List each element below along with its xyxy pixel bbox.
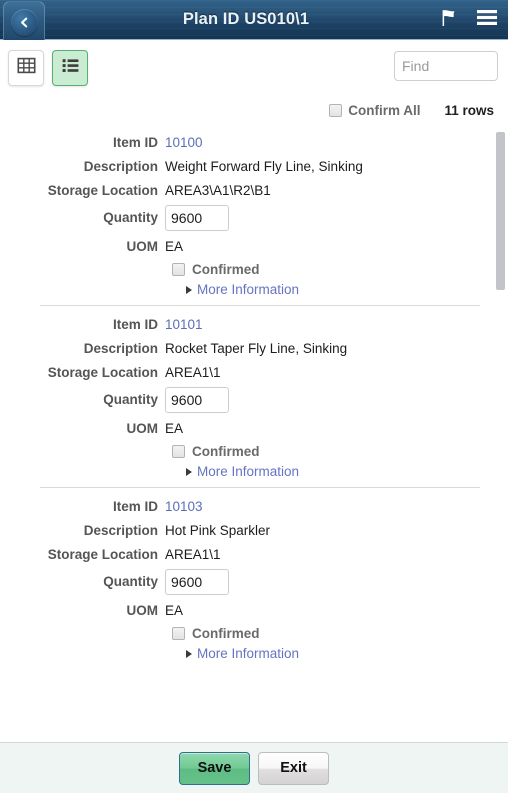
field-item-id: Item ID 10101: [0, 315, 508, 334]
view-toolbar: [0, 40, 508, 96]
field-quantity: Quantity: [0, 569, 508, 595]
chevron-right-icon: [186, 467, 192, 476]
field-label: Storage Location: [47, 365, 158, 380]
field-label: Quantity: [103, 574, 158, 589]
field-description: Description Weight Forward Fly Line, Sin…: [0, 157, 508, 176]
list-item: Item ID 10101 Description Rocket Taper F…: [0, 306, 508, 487]
confirmed-toggle[interactable]: Confirmed: [172, 262, 508, 277]
grid-view-icon: [16, 56, 36, 80]
field-uom: UOM EA: [0, 601, 508, 620]
field-quantity: Quantity: [0, 387, 508, 413]
field-label: Storage Location: [47, 183, 158, 198]
page-header: Plan ID US010\1: [0, 0, 508, 42]
field-description: Description Rocket Taper Fly Line, Sinki…: [0, 339, 508, 358]
field-description: Description Hot Pink Sparkler: [0, 521, 508, 540]
confirmed-checkbox[interactable]: [172, 263, 185, 276]
confirm-all-checkbox[interactable]: [329, 103, 343, 117]
row-count-label: 11 rows: [444, 102, 494, 118]
list-view-icon: [61, 56, 80, 80]
flag-button[interactable]: [433, 5, 463, 35]
storage-location-value: AREA3\A1\R2\B1: [165, 183, 271, 198]
flag-icon: [438, 8, 459, 33]
field-label: Item ID: [112, 317, 158, 332]
uom-value: EA: [165, 239, 184, 254]
quantity-input[interactable]: [165, 387, 229, 413]
field-quantity: Quantity: [0, 205, 508, 231]
back-button[interactable]: [3, 1, 45, 42]
field-label: Quantity: [103, 392, 158, 407]
uom-value: EA: [165, 603, 184, 618]
save-button[interactable]: Save: [179, 751, 250, 785]
field-item-id: Item ID 10100: [0, 133, 508, 152]
more-information-toggle[interactable]: More Information: [186, 282, 508, 297]
field-label: Description: [83, 341, 158, 356]
field-storage-location: Storage Location AREA1\1: [0, 363, 508, 382]
chevron-right-icon: [186, 285, 192, 294]
field-label: Item ID: [112, 499, 158, 514]
confirmed-label: Confirmed: [192, 444, 260, 459]
field-storage-location: Storage Location AREA3\A1\R2\B1: [0, 181, 508, 200]
description-value: Hot Pink Sparkler: [165, 523, 271, 538]
item-list[interactable]: Item ID 10100 Description Weight Forward…: [0, 124, 508, 742]
list-scrollbar[interactable]: [496, 124, 505, 742]
search-field-wrapper: [394, 51, 498, 81]
item-id-link[interactable]: 10100: [165, 133, 203, 152]
view-switcher: [8, 50, 88, 86]
item-id-link[interactable]: 10101: [165, 315, 203, 334]
field-uom: UOM EA: [0, 237, 508, 256]
uom-value: EA: [165, 421, 184, 436]
quantity-input[interactable]: [165, 205, 229, 231]
page-title: Plan ID US010\1: [182, 10, 310, 28]
quantity-input[interactable]: [165, 569, 229, 595]
confirmed-label: Confirmed: [192, 626, 260, 641]
grid-view-button[interactable]: [8, 50, 44, 86]
more-information-label: More Information: [197, 282, 300, 297]
confirm-all-toggle[interactable]: Confirm All: [329, 103, 420, 118]
field-label: UOM: [126, 603, 159, 618]
field-label: Description: [83, 159, 158, 174]
mobile-inventory-plan-page: Plan ID US010\1 Find Confirm All 11 rows…: [0, 0, 508, 793]
field-item-id: Item ID 10103: [0, 497, 508, 516]
header-actions: [433, 0, 502, 40]
chevron-right-icon: [186, 649, 192, 658]
field-label: Quantity: [103, 210, 158, 225]
field-label: UOM: [126, 421, 159, 436]
field-label: Item ID: [112, 135, 158, 150]
menu-button[interactable]: [472, 5, 502, 35]
confirmed-label: Confirmed: [192, 262, 260, 277]
list-view-button[interactable]: [52, 50, 88, 86]
storage-location-value: AREA1\1: [165, 365, 221, 380]
description-value: Weight Forward Fly Line, Sinking: [165, 159, 363, 174]
confirmed-checkbox[interactable]: [172, 627, 185, 640]
list-scrollbar-thumb[interactable]: [496, 132, 505, 290]
field-label: UOM: [126, 239, 159, 254]
field-label: Storage Location: [47, 547, 158, 562]
action-footer: Save Exit: [0, 742, 508, 793]
more-information-toggle[interactable]: More Information: [186, 464, 508, 479]
confirmed-checkbox[interactable]: [172, 445, 185, 458]
item-list-inner: Item ID 10100 Description Weight Forward…: [0, 124, 508, 669]
hamburger-menu-icon: [476, 9, 498, 31]
list-item: Item ID 10100 Description Weight Forward…: [0, 124, 508, 305]
confirm-all-row: Confirm All 11 rows: [0, 96, 508, 124]
field-label: Description: [83, 523, 158, 538]
search-input[interactable]: [394, 51, 498, 81]
more-information-label: More Information: [197, 464, 300, 479]
field-uom: UOM EA: [0, 419, 508, 438]
exit-button[interactable]: Exit: [258, 751, 329, 785]
confirmed-toggle[interactable]: Confirmed: [172, 626, 508, 641]
description-value: Rocket Taper Fly Line, Sinking: [165, 341, 348, 356]
more-information-label: More Information: [197, 646, 300, 661]
more-information-toggle[interactable]: More Information: [186, 646, 508, 661]
list-item: Item ID 10103 Description Hot Pink Spark…: [0, 488, 508, 669]
back-chevron-icon: [10, 8, 38, 36]
item-id-link[interactable]: 10103: [165, 497, 203, 516]
storage-location-value: AREA1\1: [165, 547, 221, 562]
field-storage-location: Storage Location AREA1\1: [0, 545, 508, 564]
confirmed-toggle[interactable]: Confirmed: [172, 444, 508, 459]
confirm-all-label: Confirm All: [348, 102, 421, 118]
